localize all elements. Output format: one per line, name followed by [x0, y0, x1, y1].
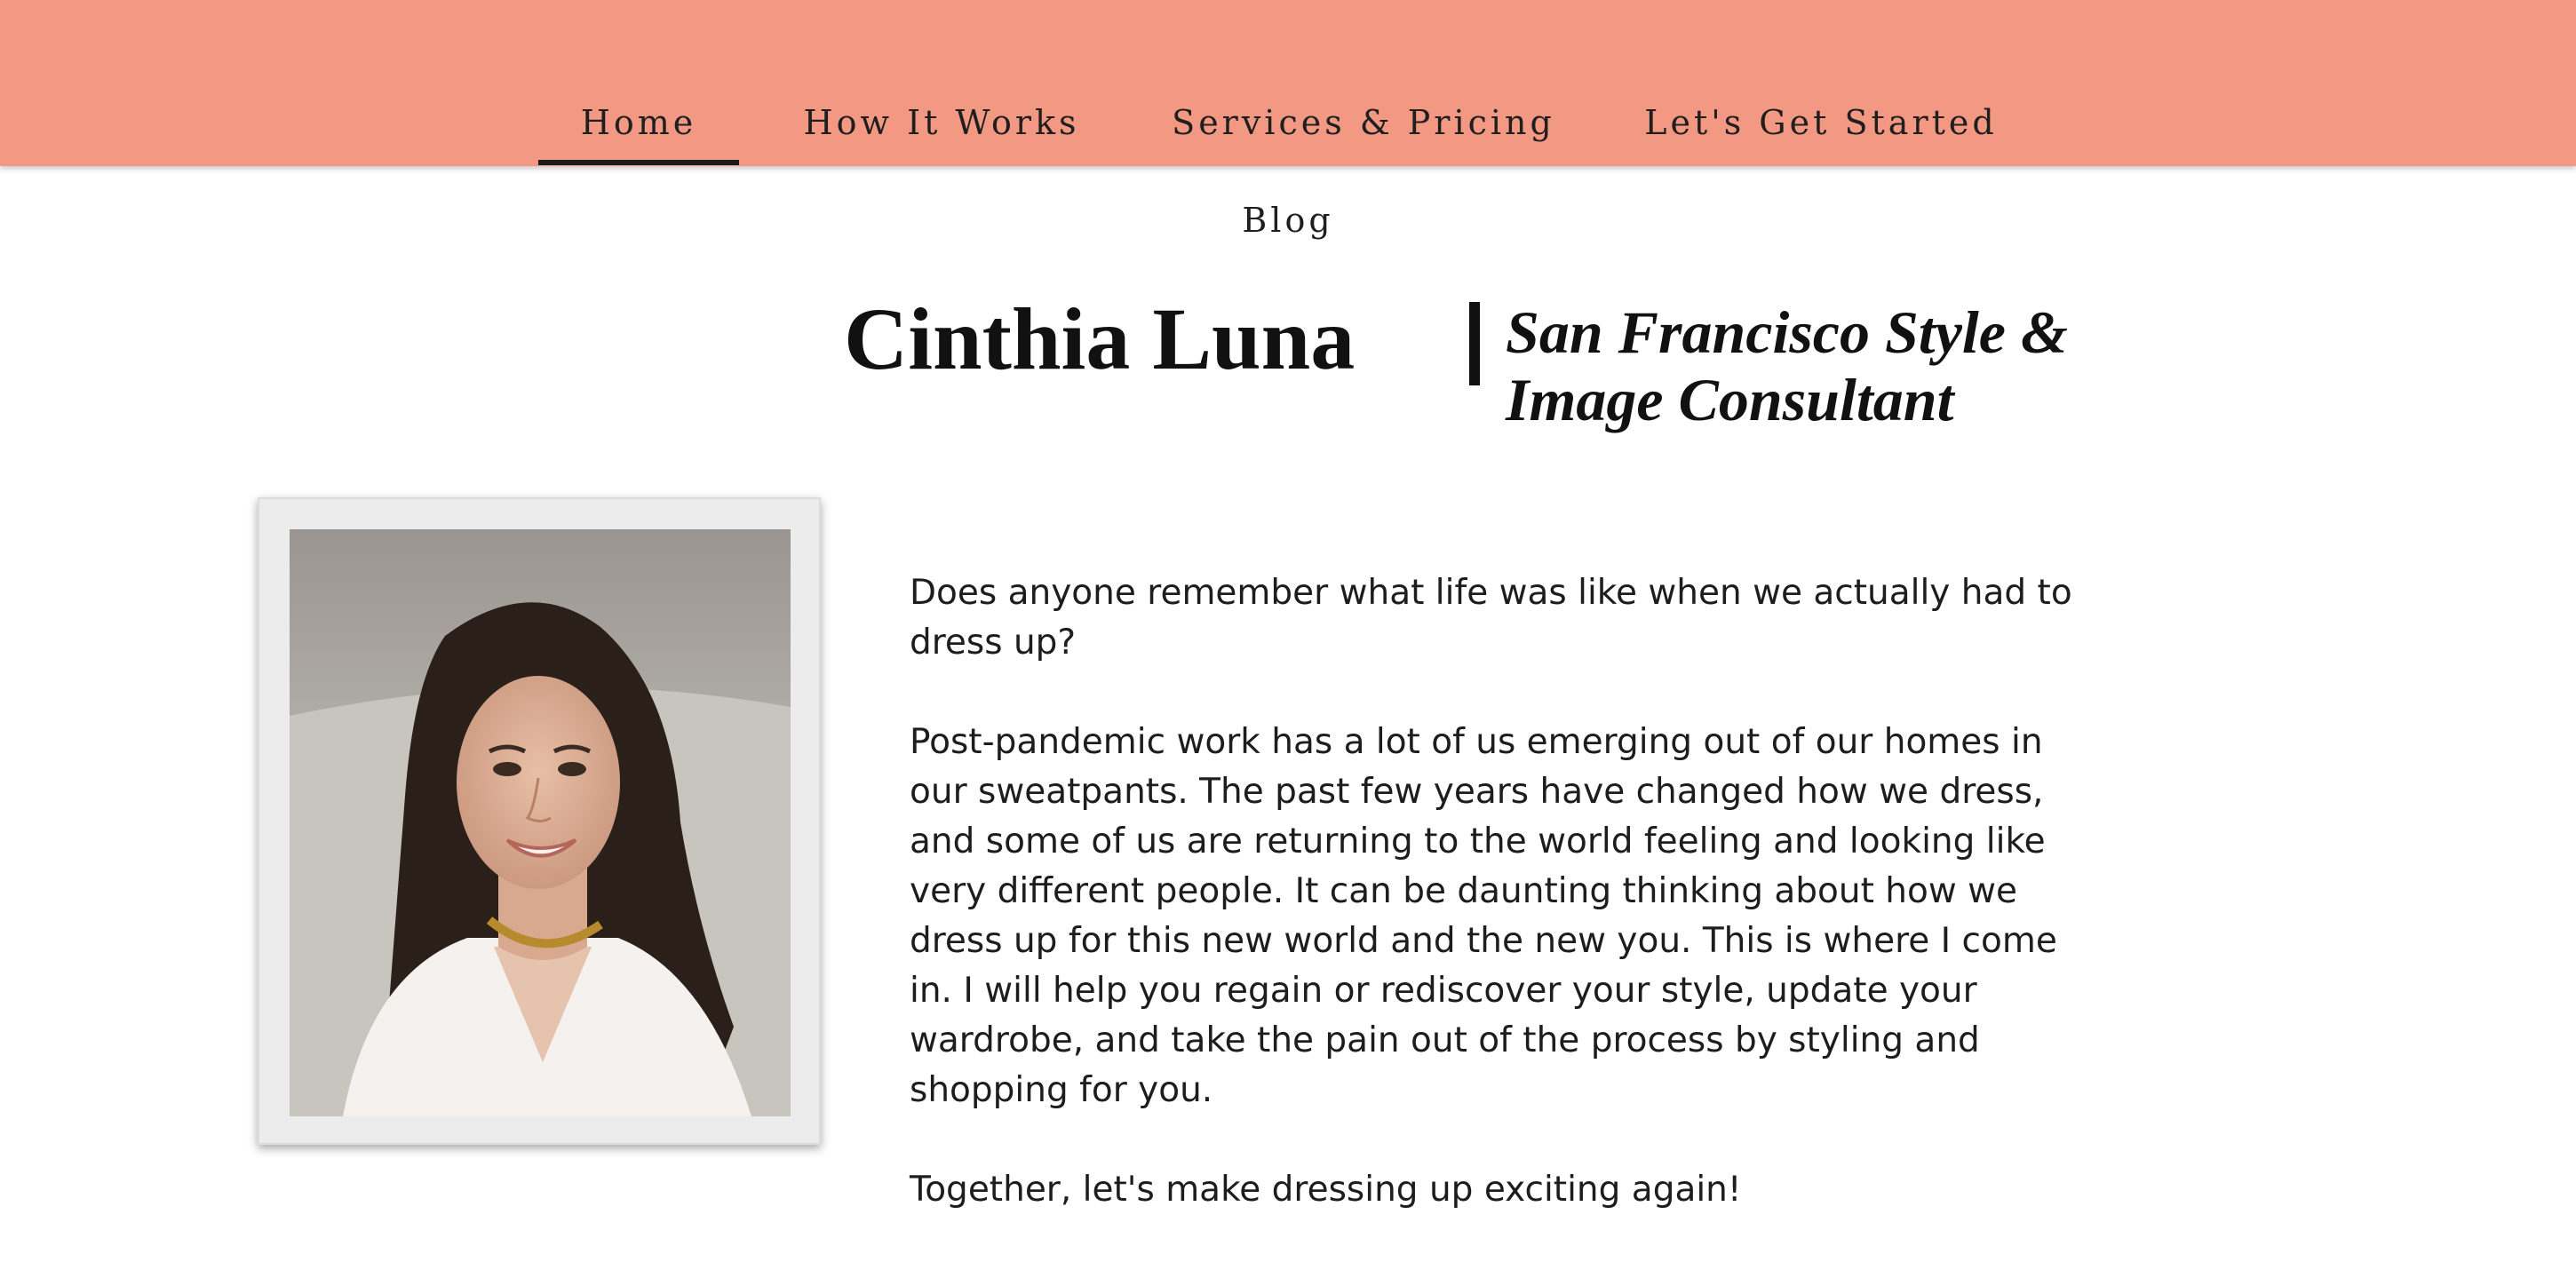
tagline-line-2: Image Consultant: [1506, 366, 1954, 433]
intro-text: Does anyone remember what life was like …: [910, 568, 2100, 1215]
nav-blog-link[interactable]: Blog: [1155, 194, 1421, 247]
tagline-line-1: San Francisco Style &: [1506, 298, 2068, 366]
consultant-name: Cinthia Luna: [844, 290, 1356, 388]
intro-paragraph: Together, let's make dressing up excitin…: [910, 1170, 1742, 1210]
nav-lets-get-started-link[interactable]: Let's Get Started: [1626, 96, 2016, 160]
nav-home-link[interactable]: Home: [538, 96, 739, 165]
portrait-photo-frame: [258, 497, 821, 1145]
title-divider: [1469, 302, 1480, 385]
nav-services-pricing-link[interactable]: Services & Pricing: [1146, 96, 1581, 160]
intro-paragraph: Post-pandemic work has a lot of us emerg…: [910, 722, 2057, 1110]
intro-paragraph: Does anyone remember what life was like …: [910, 573, 2072, 663]
site-header: Home How It Works Services & Pricing Let…: [0, 0, 2576, 166]
consultant-tagline: San Francisco Style & Image Consultant: [1506, 298, 2181, 433]
nav-how-it-works-link[interactable]: How It Works: [782, 96, 1101, 160]
portrait-photo: [290, 529, 791, 1116]
